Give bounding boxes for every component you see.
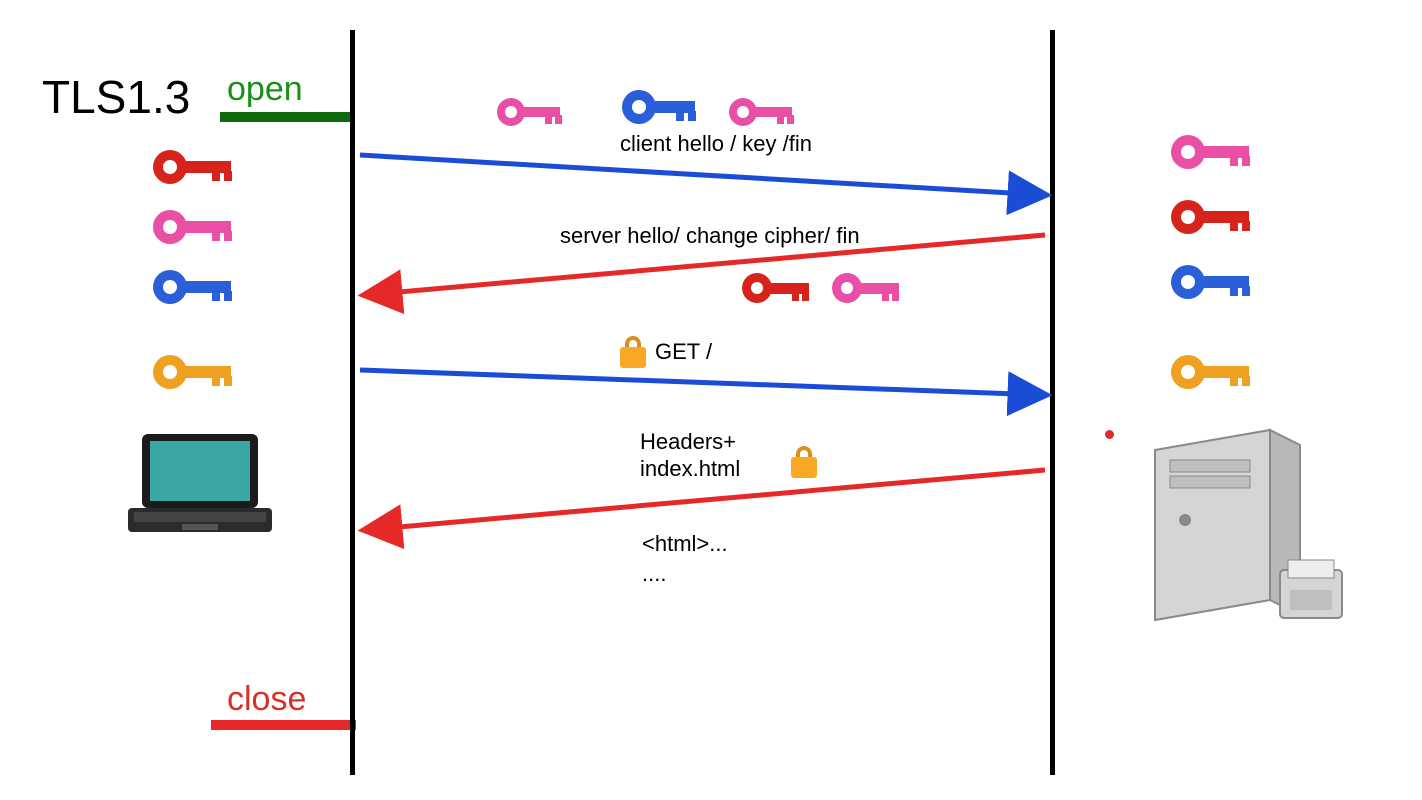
label-html-body-2: .... — [642, 560, 666, 588]
key-icon-gold — [1166, 350, 1261, 400]
key-icon-red — [148, 145, 243, 195]
key-icon-gold — [148, 350, 243, 400]
key-icon-pink — [493, 93, 571, 136]
key-icon-blue — [618, 85, 706, 134]
dot-marker — [1105, 430, 1114, 439]
arrow-client-hello — [360, 155, 1045, 195]
server-lifeline — [1050, 30, 1055, 775]
arrows-layer — [0, 0, 1422, 800]
open-marker — [220, 112, 354, 122]
close-marker — [211, 720, 356, 730]
label-get: GET / — [655, 338, 712, 366]
key-icon-pink — [828, 268, 910, 313]
server-icon — [1130, 420, 1360, 655]
key-icon-pink — [1166, 130, 1261, 180]
label-headers: Headers+ — [640, 428, 736, 456]
key-icon-pink — [148, 205, 243, 255]
key-icon-blue — [1166, 260, 1261, 310]
lock-icon — [616, 330, 650, 375]
lock-icon — [787, 440, 821, 485]
diagram-title: TLS1.3 — [42, 70, 190, 124]
label-server-hello: server hello/ change cipher/ fin — [560, 222, 860, 250]
key-icon-pink — [725, 93, 803, 136]
client-lifeline — [350, 30, 355, 775]
key-icon-red — [1166, 195, 1261, 245]
open-label: open — [227, 70, 303, 109]
label-indexhtml: index.html — [640, 455, 740, 483]
key-icon-red — [738, 268, 820, 313]
arrow-get — [360, 370, 1045, 395]
label-html-body-1: <html>... — [642, 530, 728, 558]
close-label: close — [227, 680, 306, 719]
laptop-icon — [120, 430, 280, 545]
key-icon-blue — [148, 265, 243, 315]
